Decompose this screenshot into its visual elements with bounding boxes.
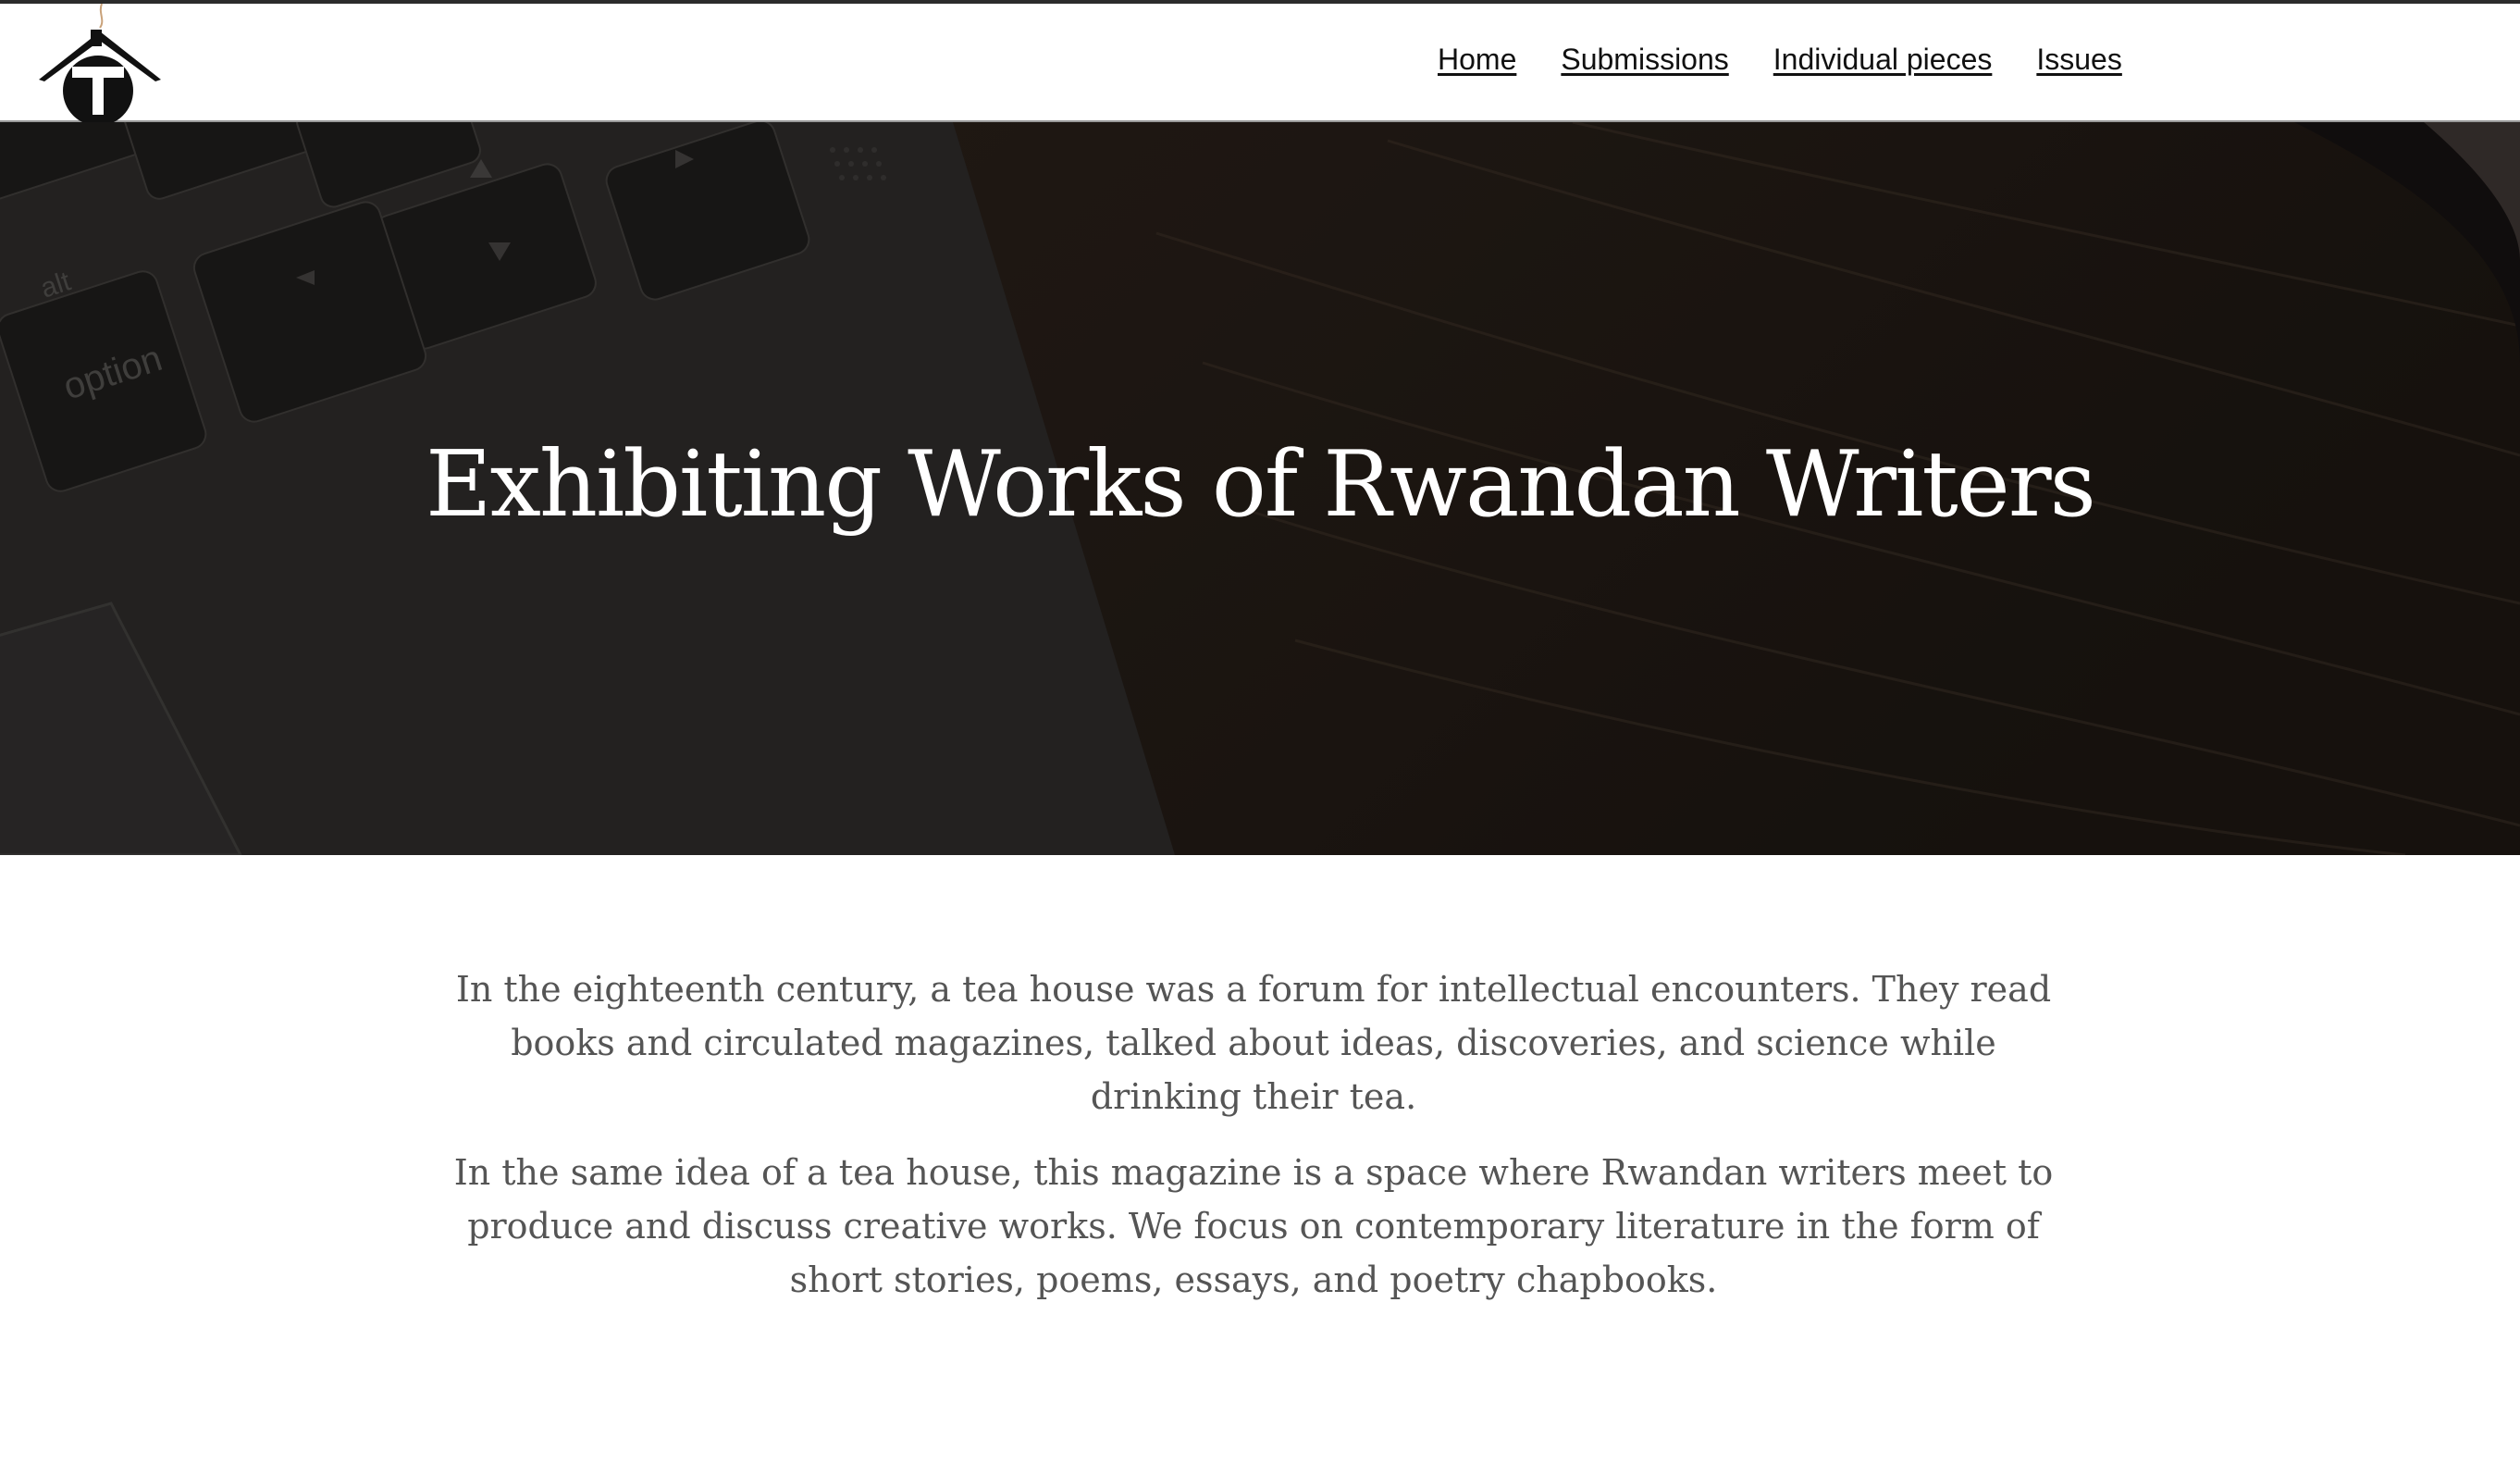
main-nav: Home Submissions Individual pieces Issue… [1438, 43, 2122, 77]
intro-section: In the eighteenth century, a tea house w… [444, 962, 2063, 1329]
tea-house-logo-icon[interactable] [37, 4, 163, 124]
intro-paragraph: In the eighteenth century, a tea house w… [455, 969, 2052, 1117]
site-header: Home Submissions Individual pieces Issue… [0, 4, 2520, 124]
nav-submissions[interactable]: Submissions [1561, 43, 1728, 77]
hero-title: Exhibiting Works of Rwandan Writers [426, 432, 2096, 538]
intro-paragraph: In the same idea of a tea house, this ma… [453, 1152, 2054, 1300]
hero-banner: alt option Exhibiting Works of Rwandan W… [0, 122, 2520, 855]
nav-individual-pieces[interactable]: Individual pieces [1773, 43, 1993, 77]
nav-issues[interactable]: Issues [2036, 43, 2121, 77]
nav-home[interactable]: Home [1438, 43, 1516, 77]
